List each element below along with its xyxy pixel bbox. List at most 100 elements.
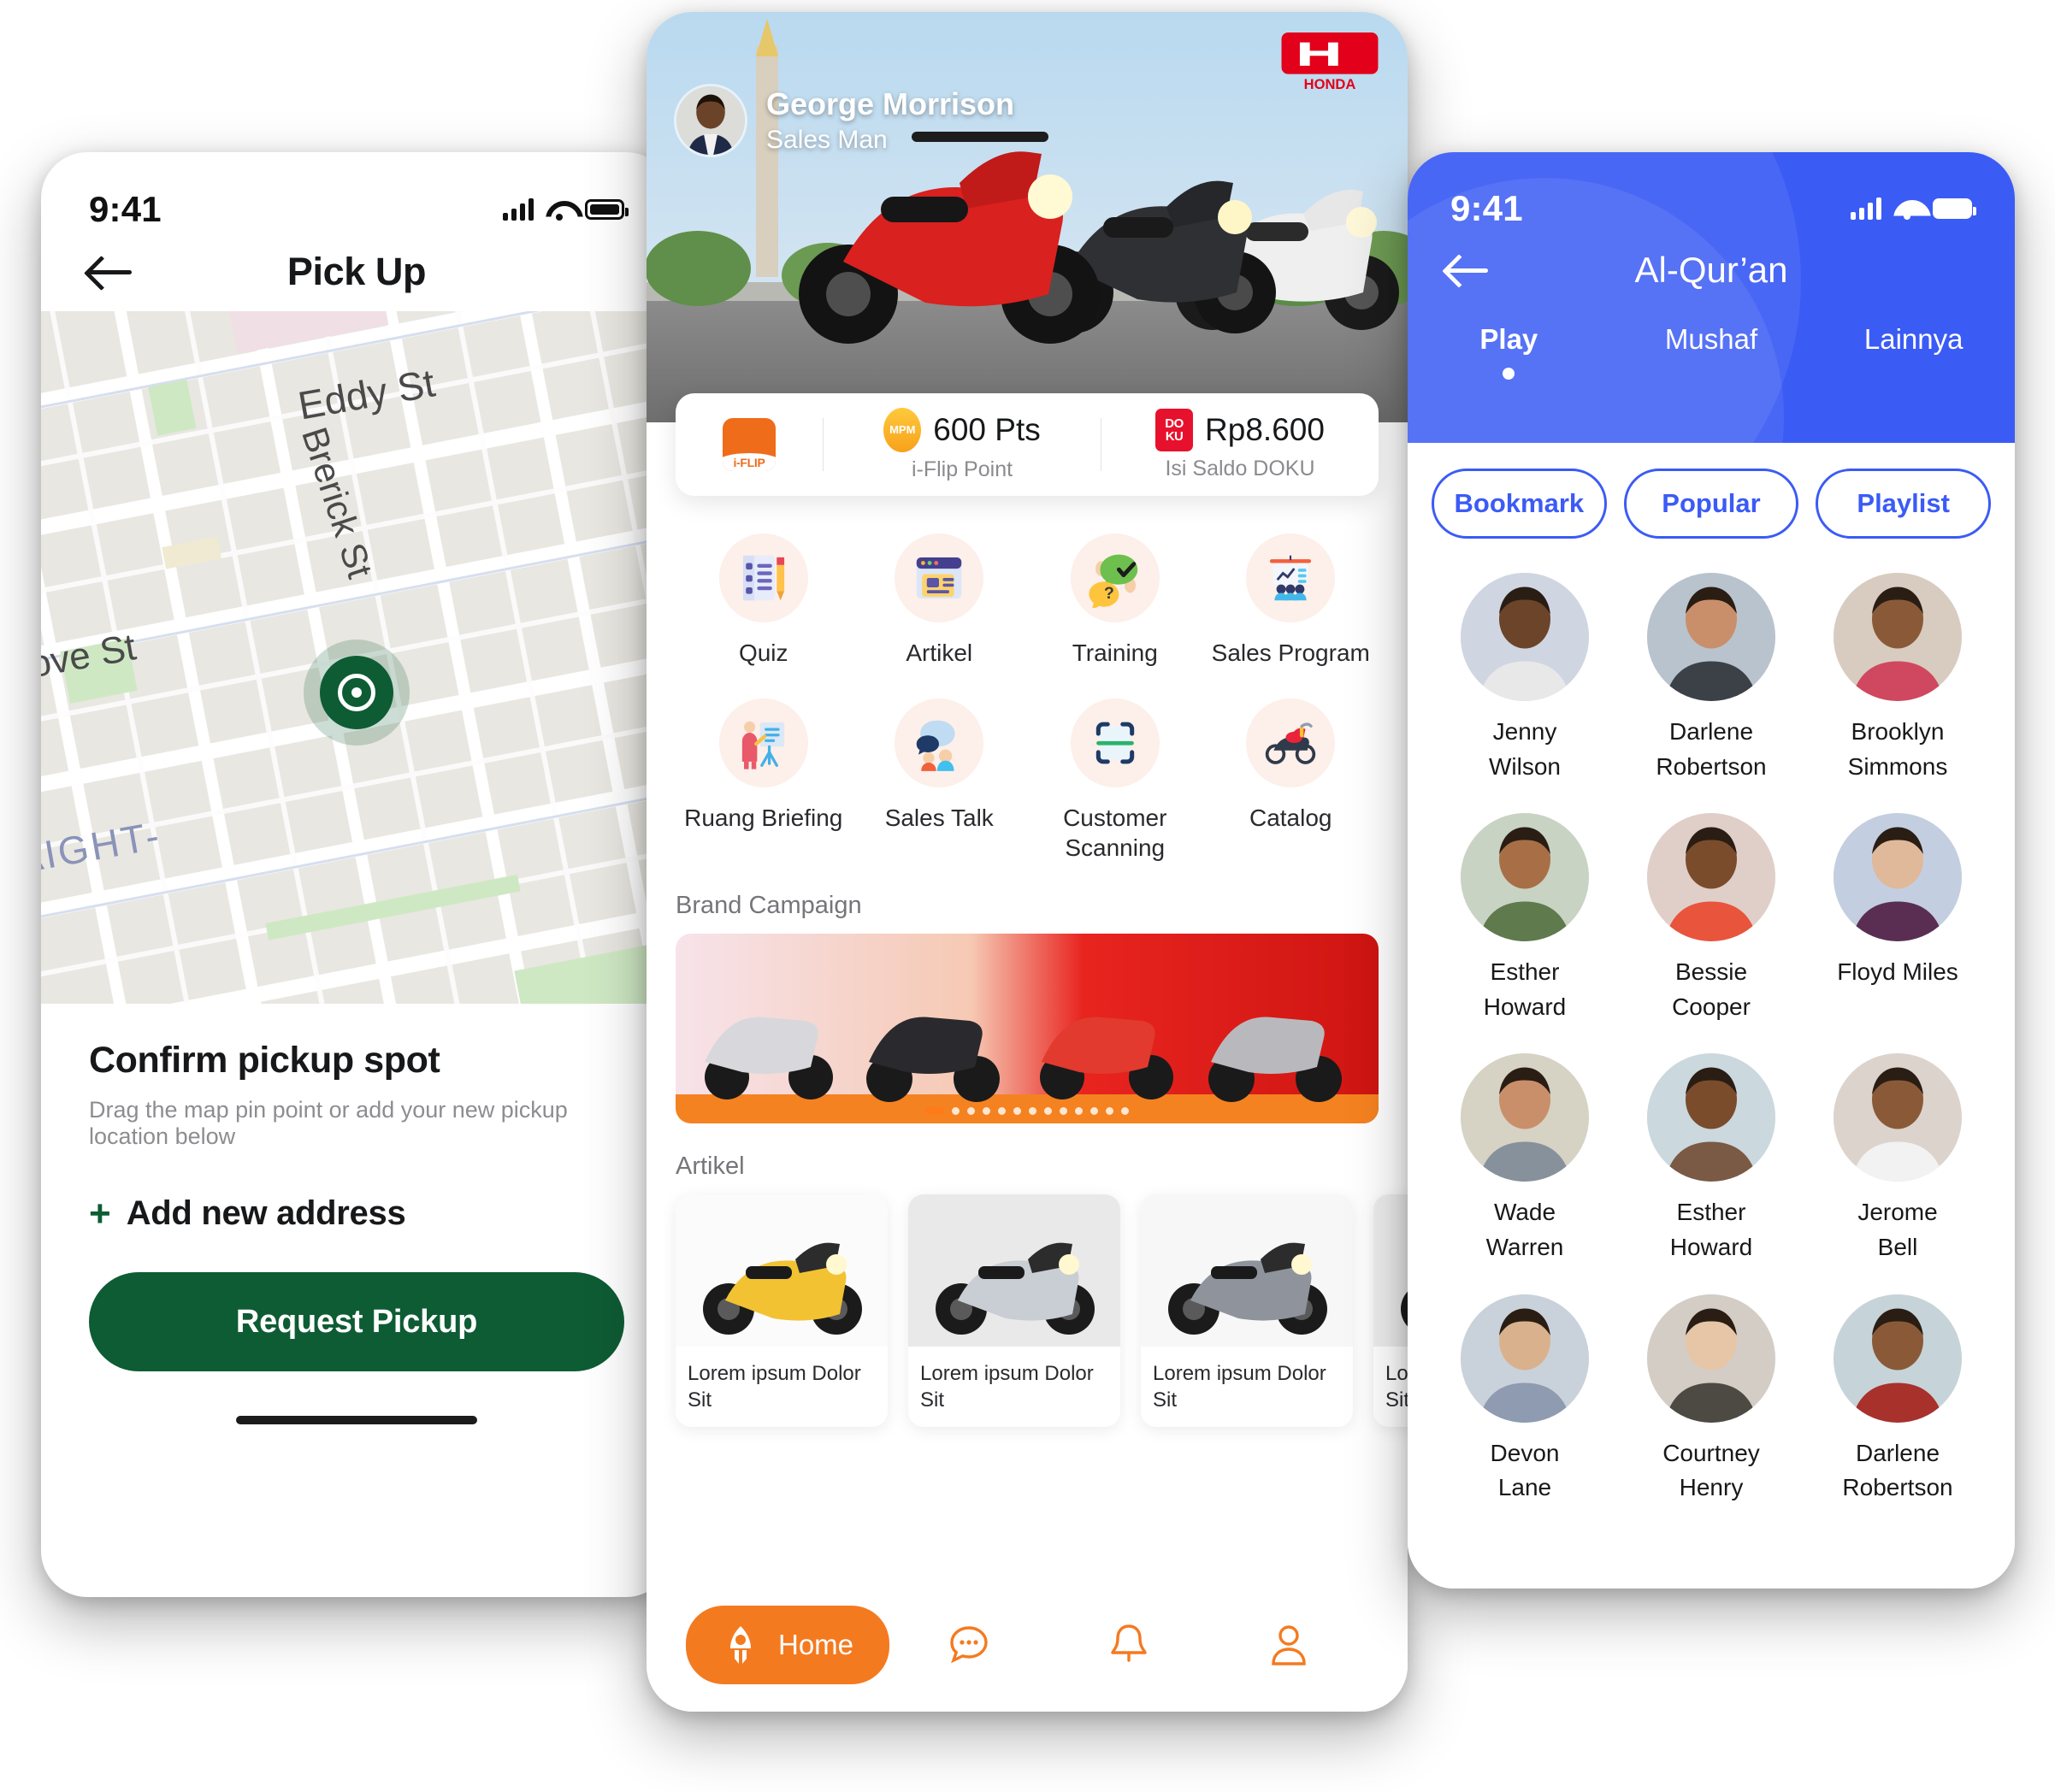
banner-dot[interactable] [983,1107,990,1115]
hero-user: George Morrison Sales Man [674,84,1014,157]
chip-playlist[interactable]: Playlist [1816,469,1992,539]
menu-item-catalog[interactable]: Catalog [1203,699,1379,863]
menu-item-sales-talk[interactable]: Sales Talk [852,699,1028,863]
person-card[interactable]: Bessie Cooper [1618,813,1804,1024]
tab-mushaf[interactable]: Mushaf [1610,323,1813,393]
banner-dot[interactable] [1029,1107,1036,1115]
chip-bookmark[interactable]: Bookmark [1432,469,1607,539]
menu-item-training[interactable]: ? Training [1027,533,1203,668]
avatar [1834,813,1962,942]
menu-item-ruang-briefing[interactable]: Ruang Briefing [676,699,852,863]
request-pickup-button[interactable]: Request Pickup [89,1272,624,1371]
person-card[interactable]: Jenny Wilson [1432,573,1618,784]
tab-play[interactable]: Play [1408,323,1610,393]
person-name: Bessie Cooper [1672,955,1751,1024]
rocket-home-icon [730,1626,751,1664]
person-card[interactable]: Darlene Robertson [1618,573,1804,784]
banner-dot[interactable] [1090,1107,1098,1115]
person-card[interactable]: Brooklyn Simmons [1804,573,1991,784]
banner-dot[interactable] [1106,1107,1113,1115]
banner-dot[interactable] [967,1107,975,1115]
banner-dot[interactable] [925,1107,944,1115]
hero-carousel[interactable]: HONDA George Morrison Sales Man [647,12,1408,422]
person-first-name: Floyd Miles [1837,958,1958,986]
menu-item-label: Sales Talk [884,805,994,831]
artikel-card[interactable]: Lorem ipsum Dolor Sit [908,1194,1120,1428]
person-card[interactable]: Floyd Miles [1804,813,1991,1024]
avatar [1834,1053,1962,1182]
banner-dot[interactable] [1060,1107,1067,1115]
tab-lainnya[interactable]: Lainnya [1812,323,2015,393]
person-card[interactable]: Devon Lane [1432,1294,1618,1506]
avatar [1461,1294,1589,1423]
sheet-title: Confirm pickup spot [89,1040,440,1081]
battery-icon [1933,198,1976,219]
person-name: Brooklyn Simmons [1848,715,1948,784]
artikel-card[interactable]: Lorem ipsum Dolor Sit [1373,1194,1408,1428]
svg-text:?: ? [1104,584,1114,603]
banner-dots[interactable] [676,1107,1379,1115]
back-arrow-icon[interactable] [89,255,135,289]
i-flip-logo-icon: i-FLIP [676,418,823,471]
person-name: Esther Howard [1670,1195,1752,1264]
doku-balance-label: Isi Saldo DOKU [1165,456,1315,480]
brand-campaign-banner[interactable] [676,934,1379,1123]
artikel-card[interactable]: Lorem ipsum Dolor Sit [676,1194,888,1428]
sales-user-role: Sales Man [766,126,888,154]
person-card[interactable]: Esther Howard [1432,813,1618,1024]
iflip-point-cell[interactable]: MPM 600 Pts i-Flip Point [824,407,1101,482]
tab-chat[interactable] [889,1621,1049,1669]
banner-dot[interactable] [1121,1107,1129,1115]
status-bar: 9:41 [1408,152,2015,241]
map-view[interactable]: Eddy St Brerick St rove St AIGHT- [41,311,672,1004]
artikel-thumbnail [908,1194,1120,1347]
banner-dot[interactable] [1075,1107,1083,1115]
tab-home-label: Home [778,1629,854,1660]
plus-icon: + [89,1192,111,1235]
person-card[interactable]: Courtney Henry [1618,1294,1804,1506]
nav-bar: Al-Qur’an [1408,241,2015,290]
location-pin-icon[interactable] [304,640,410,746]
person-name: Courtney Henry [1662,1436,1760,1506]
artikel-list[interactable]: Lorem ipsum Dolor Sit Lorem ipsum Dolor … [647,1194,1408,1428]
briefing-presenter-icon [718,699,808,787]
artikel-title: Lorem ipsum Dolor Sit [688,1362,861,1412]
banner-dot[interactable] [1044,1107,1052,1115]
doku-balance-value: Rp8.600 [1205,411,1325,447]
sales-program-chart-icon [1246,533,1336,622]
banner-dot[interactable] [1013,1107,1021,1115]
iflip-point-label: i-Flip Point [911,457,1013,481]
menu-item-quiz[interactable]: Quiz [676,533,852,668]
artikel-card[interactable]: Lorem ipsum Dolor Sit [1141,1194,1353,1428]
person-name: Jenny Wilson [1489,715,1561,784]
iflip-point-value: 600 Pts [933,411,1041,447]
menu-item-artikel[interactable]: Artikel [852,533,1028,668]
person-card[interactable]: Wade Warren [1432,1053,1618,1264]
menu-item-customer-scanning[interactable]: Customer Scanning [1027,699,1203,863]
back-arrow-icon[interactable] [1447,253,1491,287]
menu-item-label: Artikel [906,640,973,666]
doku-balance-cell[interactable]: DO KU Rp8.600 Isi Saldo DOKU [1101,408,1379,481]
person-last-name: Howard [1669,1233,1753,1260]
add-new-address-button[interactable]: + Add new address [89,1194,624,1233]
mockup-stage: 9:41 Pick Up Eddy St Brerick St rove St … [0,0,2055,1792]
quick-menu-grid: Quiz Artikel ? Training Sales Program Ruang B… [647,496,1408,863]
tab-home[interactable]: Home [686,1606,890,1684]
person-card[interactable]: Jerome Bell [1804,1053,1991,1264]
article-news-icon [895,533,984,622]
chip-popular[interactable]: Popular [1623,469,1799,539]
cellular-bars-icon [1851,197,1881,220]
user-profile-icon [1271,1625,1306,1665]
person-card[interactable]: Esther Howard [1618,1053,1804,1264]
person-card[interactable]: Darlene Robertson [1804,1294,1991,1506]
banner-dot[interactable] [998,1107,1006,1115]
avatar [1647,1053,1775,1182]
menu-item-label: Customer Scanning [1063,805,1167,861]
tab-profile[interactable] [1208,1621,1368,1669]
person-name: Darlene Robertson [1842,1436,1952,1506]
tab-notifications[interactable] [1049,1621,1209,1669]
person-name: Darlene Robertson [1656,715,1766,784]
menu-item-sales-program[interactable]: Sales Program [1203,533,1379,668]
brand-campaign-title: Brand Campaign [676,892,862,919]
banner-dot[interactable] [952,1107,960,1115]
